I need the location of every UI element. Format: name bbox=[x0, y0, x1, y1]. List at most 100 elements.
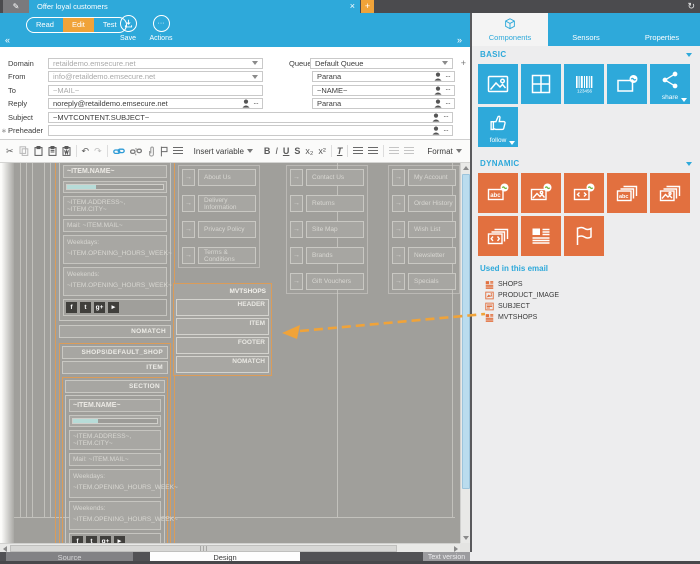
more-options-icon[interactable]: ··· bbox=[443, 127, 448, 135]
shops-default-shop-label[interactable]: SHOPS\DEFAULT_SHOP bbox=[62, 346, 168, 359]
footer-link-row[interactable]: →Brands bbox=[290, 247, 364, 264]
googleplus-icon[interactable]: g+ bbox=[94, 302, 105, 313]
shop-info-block[interactable]: ~ITEM.NAME~ ~ITEM.ADDRESS~, ~ITEM.CITY~ … bbox=[65, 395, 165, 543]
footer-link-row[interactable]: →About Us bbox=[182, 169, 256, 186]
more-options-icon[interactable]: ··· bbox=[445, 73, 450, 81]
unordered-list-icon[interactable] bbox=[368, 147, 378, 155]
twitter-icon[interactable]: t bbox=[86, 536, 97, 543]
component-article[interactable] bbox=[521, 216, 561, 256]
tab-properties[interactable]: Properties bbox=[624, 13, 700, 46]
nomatch-section-label[interactable]: NOMATCH bbox=[59, 325, 171, 338]
collapse-left-icon[interactable]: « bbox=[5, 35, 10, 45]
youtube-icon[interactable]: ► bbox=[108, 302, 119, 313]
reply-name-input[interactable]: Parana··· bbox=[312, 98, 455, 109]
link-icon[interactable] bbox=[113, 147, 125, 156]
paste-word-icon[interactable] bbox=[62, 146, 71, 156]
component-content-block[interactable] bbox=[607, 64, 647, 104]
vertical-scrollbar[interactable] bbox=[460, 163, 470, 543]
component-personalized-code[interactable] bbox=[564, 173, 604, 213]
person-icon[interactable] bbox=[434, 99, 442, 108]
used-component-item[interactable]: MVTSHOPS bbox=[485, 313, 559, 322]
horizontal-scroll-thumb[interactable] bbox=[10, 545, 397, 552]
outdent-icon[interactable] bbox=[389, 147, 399, 155]
vertical-scroll-thumb[interactable] bbox=[462, 174, 470, 489]
shop-image-placeholder[interactable] bbox=[69, 415, 161, 427]
save-button[interactable]: Save bbox=[111, 15, 145, 42]
flag-icon[interactable] bbox=[160, 146, 168, 157]
component-follow[interactable]: follow bbox=[478, 107, 518, 147]
facebook-icon[interactable]: f bbox=[66, 302, 77, 313]
bold-button[interactable]: B bbox=[264, 146, 271, 156]
paste-plain-icon[interactable] bbox=[48, 146, 57, 156]
footer-link-row[interactable]: →Specials bbox=[392, 273, 456, 290]
more-options-icon[interactable]: ··· bbox=[443, 113, 448, 121]
dynamic-section-header[interactable]: DYNAMIC bbox=[480, 159, 519, 168]
section-block[interactable]: SECTION ~ITEM.NAME~ ~ITEM.ADDRESS~, ~ITE… bbox=[62, 377, 168, 543]
close-icon[interactable]: × bbox=[350, 0, 355, 13]
italic-button[interactable]: I bbox=[275, 146, 278, 156]
document-tab[interactable]: Offer loyal customers × bbox=[29, 0, 360, 13]
more-options-icon[interactable]: ··· bbox=[445, 86, 450, 94]
mvtshops-row-nomatch[interactable]: NOMATCH bbox=[176, 356, 269, 373]
more-options-icon[interactable]: ··· bbox=[253, 100, 258, 108]
shop-name-field[interactable]: ~ITEM.NAME~ bbox=[63, 165, 167, 178]
shop-weekends-field[interactable]: Weekends: ~ITEM.OPENING_HOURS_WEEK~ bbox=[63, 267, 167, 296]
shop-address-field[interactable]: ~ITEM.ADDRESS~, ~ITEM.CITY~ bbox=[63, 196, 167, 216]
person-icon[interactable] bbox=[434, 86, 442, 95]
copy-icon[interactable] bbox=[19, 146, 29, 156]
section-label[interactable]: SECTION bbox=[65, 380, 165, 393]
shop-name-field[interactable]: ~ITEM.NAME~ bbox=[69, 399, 161, 412]
new-tab-button[interactable]: + bbox=[361, 0, 374, 13]
footer-link-row[interactable]: →My Account bbox=[392, 169, 456, 186]
preheader-input[interactable]: ··· bbox=[48, 125, 453, 136]
footer-link-row[interactable]: →Gift Vouchers bbox=[290, 273, 364, 290]
mvtshops-row-item[interactable]: ITEM bbox=[176, 318, 269, 335]
footer-link-row[interactable]: →Newsletter bbox=[392, 247, 456, 264]
component-barcode[interactable]: 123456 bbox=[564, 64, 604, 104]
component-flag[interactable] bbox=[564, 216, 604, 256]
component-image[interactable] bbox=[478, 64, 518, 104]
from-name-input[interactable]: Parana··· bbox=[312, 71, 455, 82]
to-input[interactable]: ~MAIL~ bbox=[48, 85, 263, 96]
edit-mode-button[interactable]: Edit bbox=[63, 18, 94, 32]
scroll-up-icon[interactable] bbox=[461, 163, 471, 173]
component-personalized-image[interactable] bbox=[521, 173, 561, 213]
footer-link-row[interactable]: →Returns bbox=[290, 195, 364, 212]
component-repeated-text[interactable]: abc bbox=[607, 173, 647, 213]
underline-button[interactable]: U bbox=[283, 146, 290, 156]
tab-components[interactable]: Components bbox=[472, 13, 548, 46]
footer-link-row[interactable]: →Order History bbox=[392, 195, 456, 212]
used-component-item[interactable]: SHOPS bbox=[485, 280, 559, 289]
footer-link-row[interactable]: →Site Map bbox=[290, 221, 364, 238]
from-select[interactable]: info@retaildemo.emsecure.net bbox=[48, 71, 263, 82]
add-queue-button[interactable]: + bbox=[461, 58, 466, 68]
footer-link-row[interactable]: →Contact Us bbox=[290, 169, 364, 186]
shop-mail-field[interactable]: Mail: ~ITEM.MAIL~ bbox=[63, 219, 167, 232]
component-repeated-images[interactable] bbox=[650, 173, 690, 213]
chevron-down-icon[interactable] bbox=[681, 98, 687, 102]
scroll-down-icon[interactable] bbox=[461, 533, 471, 543]
indent-icon[interactable] bbox=[404, 147, 414, 155]
youtube-icon[interactable]: ► bbox=[114, 536, 125, 543]
shops-column[interactable]: ~ITEM.NAME~ ~ITEM.ADDRESS~, ~ITEM.CITY~ … bbox=[55, 163, 175, 543]
component-share[interactable]: share bbox=[650, 64, 690, 104]
mvtshops-row-footer[interactable]: FOOTER bbox=[176, 337, 269, 354]
subject-input[interactable]: ~MVTCONTENT.SUBJECT~··· bbox=[48, 112, 453, 123]
paste-icon[interactable] bbox=[34, 146, 43, 156]
cut-icon[interactable]: ✂ bbox=[6, 146, 14, 156]
footer-links-column-3[interactable]: →My Account→Order History→Wish List→News… bbox=[388, 165, 460, 294]
insert-variable-dropdown[interactable]: Insert variable bbox=[194, 147, 253, 156]
footer-link-row[interactable]: →Privacy Policy bbox=[182, 221, 256, 238]
to-name-input[interactable]: ~NAME~··· bbox=[312, 85, 455, 96]
footer-link-row[interactable]: →Delivery Information bbox=[182, 195, 256, 212]
chevron-down-icon[interactable] bbox=[686, 162, 692, 166]
actions-button[interactable]: ··· Actions bbox=[144, 15, 178, 42]
refresh-icon[interactable]: ↻ bbox=[687, 0, 695, 13]
domain-select[interactable]: retaildemo.emsecure.net bbox=[48, 58, 263, 69]
shop-info-block[interactable]: ~ITEM.NAME~ ~ITEM.ADDRESS~, ~ITEM.CITY~ … bbox=[59, 163, 171, 321]
anchor-icon[interactable] bbox=[147, 146, 155, 157]
ordered-list-icon[interactable] bbox=[353, 147, 363, 155]
unlink-icon[interactable] bbox=[130, 147, 142, 156]
undo-icon[interactable]: ↶ bbox=[82, 146, 90, 156]
subscript-button[interactable]: x₂ bbox=[305, 146, 313, 156]
